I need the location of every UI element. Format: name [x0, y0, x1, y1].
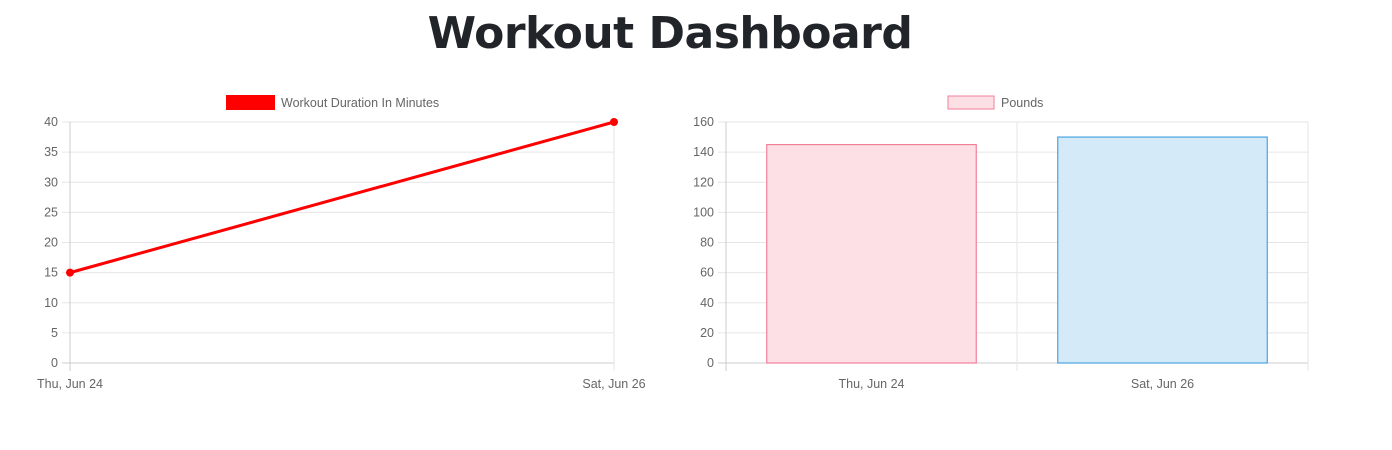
y-tick-label: 120 — [693, 175, 714, 189]
x-tick-label: Thu, Jun 24 — [838, 377, 904, 391]
y-tick-label: 40 — [44, 115, 58, 129]
x-tick-label: Thu, Jun 24 — [37, 377, 103, 391]
y-tick-label: 40 — [700, 296, 714, 310]
duration-series-line — [69, 120, 615, 275]
y-tick-label: 160 — [693, 115, 714, 129]
x-tick-label: Sat, Jun 26 — [1131, 377, 1194, 391]
y-tick-label: 15 — [44, 266, 58, 280]
y-tick-label: 25 — [44, 205, 58, 219]
y-tick-label: 30 — [44, 175, 58, 189]
legend-label-pounds: Pounds — [1001, 96, 1043, 110]
y-tick-label: 20 — [700, 326, 714, 340]
y-tick-label: 140 — [693, 145, 714, 159]
legend-swatch-duration — [226, 95, 275, 110]
y-tick-label: 100 — [693, 205, 714, 219]
legend-swatch-pounds — [947, 95, 995, 110]
line-chart-group — [62, 95, 618, 371]
workout-duration-line-chart: Workout Duration In Minutes 0 5 10 15 20 25 30 3… — [37, 95, 1309, 391]
y-tick-label: 60 — [700, 266, 714, 280]
y-tick-label: 0 — [707, 356, 714, 370]
pounds-bar — [766, 143, 977, 364]
y-tick-label: 35 — [44, 145, 58, 159]
y-tick-label: 0 — [51, 356, 58, 370]
legend-label-duration: Workout Duration In Minutes — [281, 96, 439, 110]
y-tick-label: 80 — [700, 236, 714, 250]
pounds-bar — [1057, 136, 1268, 364]
y-tick-label: 10 — [44, 296, 58, 310]
bar-chart-group — [718, 95, 1309, 371]
duration-data-point — [610, 118, 618, 126]
duration-data-point — [66, 268, 74, 277]
x-tick-label: Sat, Jun 26 — [582, 377, 645, 391]
y-tick-label: 5 — [51, 326, 58, 340]
y-tick-label: 20 — [44, 236, 58, 250]
